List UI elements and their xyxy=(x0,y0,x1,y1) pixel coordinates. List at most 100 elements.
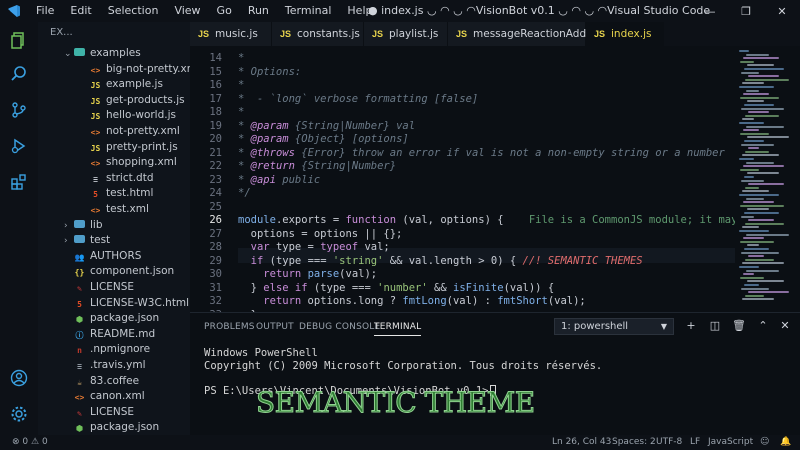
minimap-line xyxy=(739,86,774,88)
file-tree-label: get-products.js xyxy=(106,93,185,106)
file-tree-item[interactable]: ☕ 83.coffee xyxy=(38,374,190,390)
code-line: var type = typeof val; xyxy=(250,241,390,253)
account-icon[interactable] xyxy=(7,366,31,390)
file-tree-label: README.md xyxy=(90,327,156,340)
minimap-line xyxy=(739,194,779,196)
split-terminal-icon[interactable]: ◫ xyxy=(708,319,722,333)
line-number: 25 xyxy=(209,200,222,213)
minimize-icon[interactable]: — xyxy=(692,0,728,22)
file-tree-item[interactable]: <> test.xml xyxy=(38,202,190,218)
menu-file[interactable]: File xyxy=(28,0,62,22)
chevron-right-icon: › xyxy=(64,220,68,231)
xml-file-icon: <> xyxy=(90,65,101,75)
close-panel-icon[interactable]: ✕ xyxy=(778,319,792,333)
file-tree-item[interactable]: <> big-not-pretty.xml xyxy=(38,62,190,78)
file-tree-item[interactable]: <> shopping.xml xyxy=(38,155,190,171)
file-tree-item[interactable]: › test xyxy=(38,233,190,249)
file-tree-item[interactable]: n .npmignore xyxy=(38,342,190,358)
source-control-icon[interactable] xyxy=(7,98,31,122)
notifications-bell-icon[interactable]: 🔔 xyxy=(780,435,791,450)
minimap-line xyxy=(741,71,759,74)
file-tree-label: component.json xyxy=(90,265,175,278)
cursor-position[interactable]: Ln 26, Col 43 xyxy=(552,435,611,450)
new-terminal-icon[interactable]: + xyxy=(684,319,698,333)
html-file-icon: 5 xyxy=(93,190,98,200)
close-icon[interactable]: ✕ xyxy=(764,0,800,22)
file-tree-label: big-not-pretty.xml xyxy=(106,62,190,75)
code-line: module.exports = function (val, options)… xyxy=(238,214,735,228)
menu-selection[interactable]: Selection xyxy=(100,0,167,22)
tab-music-js[interactable]: JS music.js xyxy=(190,22,272,46)
panel-tab-output[interactable]: OUTPUT xyxy=(256,322,294,332)
explorer-icon[interactable] xyxy=(7,28,31,52)
trash-icon[interactable]: 🗑 xyxy=(732,319,746,333)
file-tree-item[interactable]: › lib xyxy=(38,218,190,234)
tab-playlist-js[interactable]: JS playlist.js xyxy=(364,22,448,46)
minimap-line xyxy=(743,93,769,96)
panel-tab-terminal[interactable]: TERMINAL xyxy=(374,322,422,336)
file-tree-item[interactable]: ≡ .travis.yml xyxy=(38,358,190,374)
panel-tab-debug-console[interactable]: DEBUG CONSOLE xyxy=(299,322,380,332)
file-tree-item[interactable]: 👥 AUTHORS xyxy=(38,249,190,265)
indentation-status[interactable]: Spaces: 2 xyxy=(612,435,656,450)
code-line: return parse(val); xyxy=(263,268,378,280)
extensions-icon[interactable] xyxy=(7,170,31,194)
line-number: 15 xyxy=(209,65,222,78)
encoding-status[interactable]: UTF-8 xyxy=(656,435,682,450)
menu-edit[interactable]: Edit xyxy=(62,0,99,22)
file-tree-item[interactable]: <> not-pretty.xml xyxy=(38,124,190,140)
terminal-select-value: 1: powershell xyxy=(561,321,629,332)
minimap-line xyxy=(741,251,779,254)
settings-gear-icon[interactable] xyxy=(7,402,31,426)
file-tree-item[interactable]: JS hello-world.js xyxy=(38,108,190,124)
minimap-line xyxy=(747,172,779,175)
line-number: 32 xyxy=(209,295,222,307)
file-tree-item[interactable]: {} component.json xyxy=(38,264,190,280)
file-tree-item[interactable]: 5 LICENSE-W3C.html xyxy=(38,296,190,312)
language-mode[interactable]: JavaScript xyxy=(708,435,753,450)
menu-go[interactable]: Go xyxy=(209,0,240,22)
file-tree-item[interactable]: ⬢ package.json xyxy=(38,420,190,435)
minimap-line xyxy=(746,161,774,164)
file-tree-item[interactable]: ⓘ README.md xyxy=(38,327,190,343)
file-tree-item[interactable]: ⬢ package.json xyxy=(38,311,190,327)
warning-count: 0 xyxy=(41,437,48,447)
restore-icon[interactable]: ❐ xyxy=(728,0,764,22)
file-tree-item[interactable]: ✎ LICENSE xyxy=(38,405,190,421)
file-tree-item[interactable]: ≡ strict.dtd xyxy=(38,171,190,187)
file-tree-item[interactable]: ⌄ examples xyxy=(38,46,190,62)
run-debug-icon[interactable] xyxy=(7,134,31,158)
minimap[interactable] xyxy=(735,46,800,312)
minimap-line xyxy=(744,140,764,142)
minimap-line xyxy=(745,186,759,189)
minimap-line xyxy=(748,291,789,294)
file-tree-item[interactable]: JS pretty-print.js xyxy=(38,140,190,156)
menu-view[interactable]: View xyxy=(166,0,208,22)
file-tree-item[interactable]: ✎ LICENSE xyxy=(38,280,190,296)
problems-status[interactable]: ⊗ 0 ⚠ 0 xyxy=(12,435,48,450)
panel-tab-problems[interactable]: PROBLEMS xyxy=(204,322,255,332)
code-editor[interactable]: 1415161718192021222324252627282930313233… xyxy=(190,46,735,312)
file-tree-item[interactable]: 5 test.html xyxy=(38,186,190,202)
feedback-icon[interactable]: ☺ xyxy=(760,435,769,450)
file-tree-item[interactable]: JS example.js xyxy=(38,77,190,93)
file-tree-item[interactable]: JS get-products.js xyxy=(38,93,190,109)
terminal-select[interactable]: 1: powershell ▼ xyxy=(554,318,674,335)
tab-index-js[interactable]: JS index.js xyxy=(586,22,664,46)
minimap-line xyxy=(741,143,774,146)
menu-run[interactable]: Run xyxy=(240,0,277,22)
file-tree-label: LICENSE-W3C.html xyxy=(90,296,190,309)
code-line: * @param {Object} [options] xyxy=(238,133,409,145)
search-icon[interactable] xyxy=(7,62,31,86)
tab-constants-js[interactable]: JS constants.js xyxy=(272,22,364,46)
maximize-panel-icon[interactable]: ⌃ xyxy=(756,319,770,333)
line-number: 21 xyxy=(209,146,222,159)
file-tree-item[interactable]: <> canon.xml xyxy=(38,389,190,405)
file-tree-label: .travis.yml xyxy=(90,359,146,371)
eol-status[interactable]: LF xyxy=(690,435,700,450)
file-tree-label: example.js xyxy=(106,78,163,91)
menu-terminal[interactable]: Terminal xyxy=(277,0,340,22)
tab-message-reaction-add-js[interactable]: JS messageReactionAdd.js xyxy=(448,22,598,46)
js-file-icon: JS xyxy=(198,29,210,39)
code-line: return options.long ? fmtLong(val) : fmt… xyxy=(263,295,586,307)
